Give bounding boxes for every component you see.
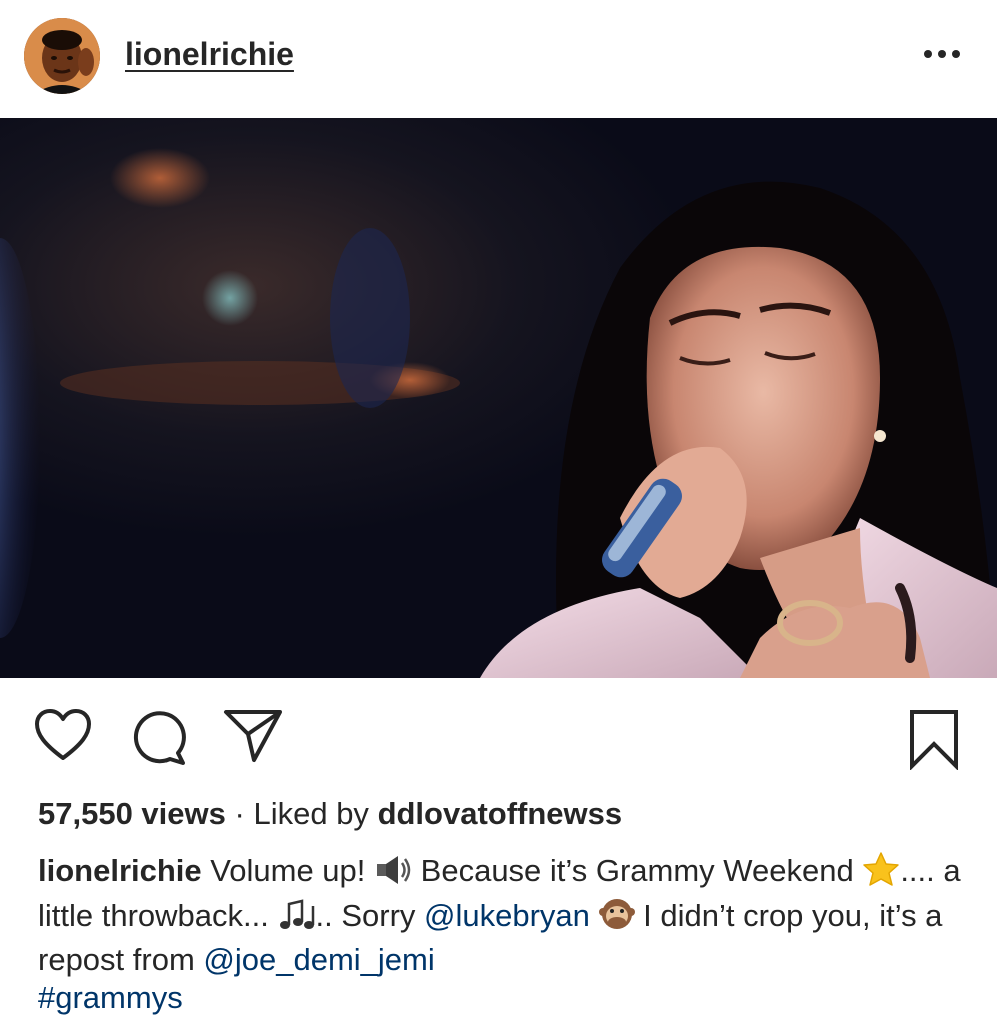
bookmark-icon[interactable] xyxy=(906,708,962,771)
avatar-image xyxy=(24,18,100,94)
view-count: 57,550 views xyxy=(38,796,226,831)
liked-by-prefix: Liked by xyxy=(253,796,369,831)
caption-text-1: Volume up! xyxy=(210,853,366,888)
caption-text-4: .. Sorry xyxy=(315,898,416,933)
mention-link[interactable]: @lukebryan xyxy=(424,898,590,933)
speaker-loud-icon xyxy=(374,853,412,896)
action-bar xyxy=(0,678,997,788)
stats-separator: · xyxy=(234,796,245,831)
post-caption: lionelrichie Volume up! Because it’s Gra… xyxy=(38,851,968,1017)
mention-link[interactable]: @joe_demi_jemi xyxy=(203,942,434,977)
speak-no-evil-monkey-icon xyxy=(598,896,635,941)
caption-text-2: Because it’s Grammy Weekend xyxy=(420,853,854,888)
post-header: lionelrichie xyxy=(0,0,997,118)
musical-notes-icon xyxy=(278,898,316,941)
avatar[interactable] xyxy=(24,18,100,94)
ellipsis-horizontal-icon[interactable] xyxy=(920,42,964,66)
star-icon xyxy=(862,851,900,896)
paper-plane-icon[interactable] xyxy=(222,706,284,764)
author-username[interactable]: lionelrichie xyxy=(125,34,294,74)
liked-by-user[interactable]: ddlovatoffnewss xyxy=(378,796,623,831)
heart-icon[interactable] xyxy=(34,708,92,762)
video-frame-image xyxy=(0,118,997,678)
caption-author[interactable]: lionelrichie xyxy=(38,853,202,888)
post-stats: 57,550 views · Liked by ddlovatoffnewss xyxy=(38,794,622,834)
comment-bubble-icon[interactable] xyxy=(130,708,188,766)
post-video[interactable] xyxy=(0,118,997,678)
hashtag-link[interactable]: #grammys xyxy=(38,980,183,1015)
